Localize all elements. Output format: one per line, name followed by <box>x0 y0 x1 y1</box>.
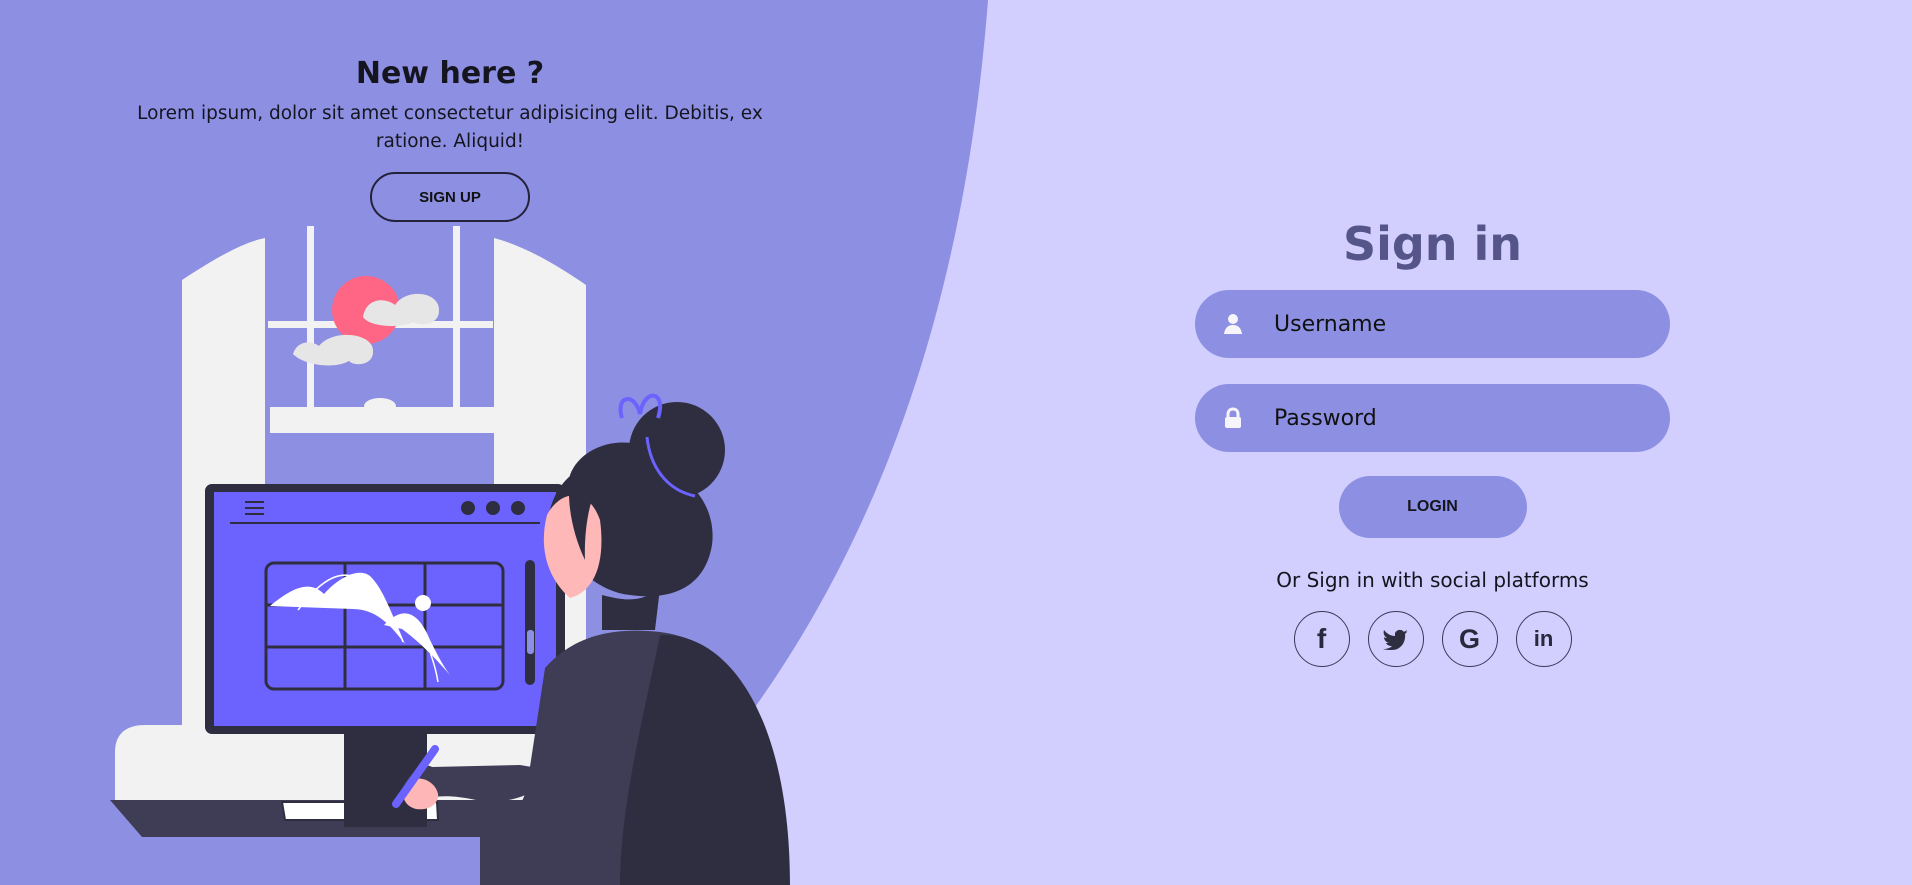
new-here-description: Lorem ipsum, dolor sit amet consectetur … <box>137 103 763 152</box>
user-icon <box>1222 313 1244 335</box>
sign-up-button[interactable]: SIGN UP <box>370 172 530 222</box>
login-button[interactable]: LOGIN <box>1338 476 1527 538</box>
desk-illustration <box>110 226 790 885</box>
facebook-button[interactable]: f <box>1293 611 1350 667</box>
login-page: New here ? Lorem ipsum, dolor sit amet c… <box>0 0 1912 885</box>
lock-icon <box>1222 407 1244 429</box>
password-input[interactable] <box>1272 404 1636 432</box>
google-button[interactable]: G <box>1441 611 1498 667</box>
sign-in-form: Sign in LOGIN Or Sign in with social pla… <box>1195 218 1670 667</box>
linkedin-icon: in <box>1533 626 1554 651</box>
new-here-title: New here ? <box>355 56 545 91</box>
google-icon: G <box>1458 623 1480 654</box>
facebook-icon: f <box>1316 623 1327 654</box>
password-field[interactable] <box>1195 384 1670 452</box>
twitter-button[interactable] <box>1367 611 1424 667</box>
linkedin-button[interactable]: in <box>1515 611 1572 667</box>
new-here-panel: New here ? Lorem ipsum, dolor sit amet c… <box>100 48 800 222</box>
sign-in-title: Sign in <box>1342 217 1523 271</box>
username-field[interactable] <box>1195 290 1670 358</box>
username-input[interactable] <box>1272 310 1636 338</box>
social-login-text: Or Sign in with social platforms <box>1276 568 1589 592</box>
twitter-icon <box>1383 629 1408 650</box>
social-login-buttons: f G in <box>1195 611 1670 667</box>
